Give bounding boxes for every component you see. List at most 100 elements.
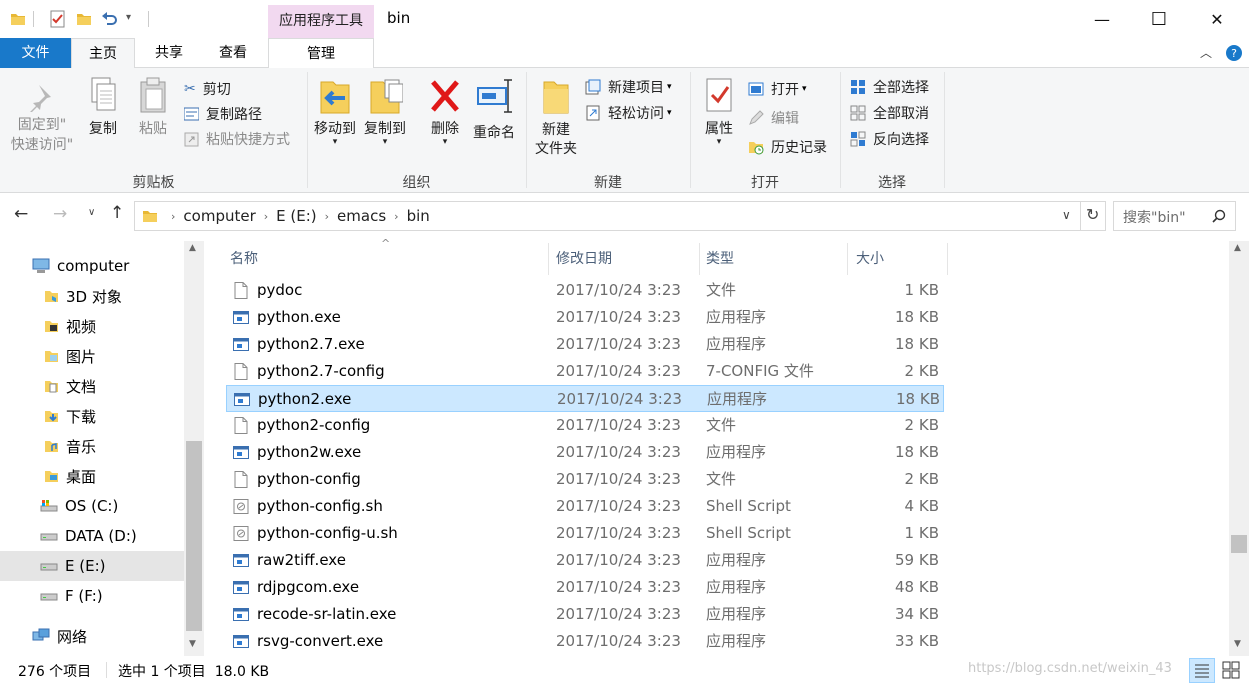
desktop-icon bbox=[45, 471, 58, 482]
scroll-down-icon[interactable]: ▼ bbox=[189, 639, 196, 649]
file-row[interactable]: python2.7-config 2017/10/24 3:23 7-CONFIG … bbox=[226, 358, 944, 385]
copy-path-button[interactable]: 复制路径 bbox=[184, 103, 262, 125]
history-button[interactable]: 历史记录 bbox=[748, 136, 827, 158]
scroll-up-icon[interactable]: ▲ bbox=[189, 243, 196, 253]
breadcrumb-emacs[interactable]: emacs bbox=[337, 207, 386, 225]
collapse-ribbon-icon[interactable]: ︿ bbox=[1200, 44, 1212, 61]
nav-scrollbar[interactable]: ▲ ▼ bbox=[184, 241, 204, 656]
file-row[interactable]: python-config 2017/10/24 3:23 文件 2 KB bbox=[226, 466, 944, 493]
nav-item-music[interactable]: 音乐 bbox=[0, 431, 184, 461]
paste-shortcut-button[interactable]: 粘贴快捷方式 bbox=[184, 128, 290, 150]
file-date: 2017/10/24 3:23 bbox=[556, 308, 681, 326]
rename-button[interactable]: 重命名 bbox=[470, 74, 518, 154]
details-view-icon bbox=[1195, 664, 1209, 678]
breadcrumb-computer[interactable]: computer bbox=[183, 207, 255, 225]
new-folder-icon[interactable] bbox=[76, 11, 92, 27]
nav-item-videos[interactable]: 视频 bbox=[0, 311, 184, 341]
file-row[interactable]: python2-config 2017/10/24 3:23 文件 2 KB bbox=[226, 412, 944, 439]
tab-file[interactable]: 文件 bbox=[0, 38, 71, 68]
cut-button[interactable]: ✂ 剪切 bbox=[184, 78, 231, 100]
address-history-dropdown-icon[interactable]: ∨ bbox=[1062, 208, 1071, 222]
help-icon[interactable]: ? bbox=[1225, 44, 1243, 62]
properties-icon[interactable] bbox=[49, 10, 67, 28]
file-row[interactable]: pydoc 2017/10/24 3:23 文件 1 KB bbox=[226, 277, 944, 304]
forward-arrow-icon[interactable]: → bbox=[53, 204, 67, 224]
open-button[interactable]: 打开 ▾ bbox=[748, 78, 807, 100]
list-scrollbar-thumb[interactable] bbox=[1231, 535, 1247, 553]
copy-to-button[interactable]: 复制到 ▾ bbox=[362, 74, 408, 154]
nav-item-network[interactable]: 网络 bbox=[0, 621, 184, 651]
easy-access-button[interactable]: 轻松访问 ▾ bbox=[585, 102, 672, 124]
tab-view[interactable]: 查看 bbox=[201, 38, 265, 68]
nav-item-os-c[interactable]: OS (C:) bbox=[0, 491, 184, 521]
nav-item-pictures[interactable]: 图片 bbox=[0, 341, 184, 371]
window-title: bin bbox=[387, 9, 411, 27]
new-item-button[interactable]: 新建项目 ▾ bbox=[585, 76, 672, 98]
customize-toolbar-icon[interactable]: ▾ bbox=[126, 12, 131, 23]
nav-item-e-drive[interactable]: E (E:) bbox=[0, 551, 184, 581]
undo-icon[interactable] bbox=[100, 10, 118, 28]
column-header-date[interactable]: 修改日期 bbox=[550, 243, 700, 275]
nav-item-documents[interactable]: 文档 bbox=[0, 371, 184, 401]
file-row[interactable]: rsvg-convert.exe 2017/10/24 3:23 应用程序 33 KB bbox=[226, 628, 944, 655]
details-view-button[interactable] bbox=[1189, 658, 1215, 683]
file-row[interactable]: rdjpgcom.exe 2017/10/24 3:23 应用程序 48 KB bbox=[226, 574, 944, 601]
search-input[interactable]: 搜索"bin" bbox=[1123, 207, 1186, 227]
nav-label: F (F:) bbox=[65, 587, 103, 605]
maximize-button[interactable]: ☐ bbox=[1136, 0, 1182, 38]
pin-to-quick-access-button[interactable]: 固定到" 快速访问" bbox=[4, 74, 80, 164]
file-row[interactable]: python2.exe 2017/10/24 3:23 应用程序 18 KB bbox=[226, 385, 944, 412]
breadcrumb-drive[interactable]: E (E:) bbox=[276, 207, 316, 225]
search-box[interactable]: 搜索"bin" bbox=[1113, 201, 1236, 231]
minimize-button[interactable]: — bbox=[1079, 0, 1125, 38]
edit-button[interactable]: 编辑 bbox=[748, 107, 799, 129]
column-header-name[interactable]: 名称 bbox=[224, 243, 549, 275]
nav-item-data-d[interactable]: DATA (D:) bbox=[0, 521, 184, 551]
large-icons-view-button[interactable] bbox=[1219, 658, 1245, 683]
file-row[interactable]: python2.7.exe 2017/10/24 3:23 应用程序 18 KB bbox=[226, 331, 944, 358]
refresh-icon[interactable]: ↻ bbox=[1086, 205, 1099, 224]
close-button[interactable]: ✕ bbox=[1194, 0, 1240, 38]
invert-selection-button[interactable]: 反向选择 bbox=[850, 128, 929, 150]
file-row[interactable]: raw2tiff.exe 2017/10/24 3:23 应用程序 59 KB bbox=[226, 547, 944, 574]
nav-item-3d-objects[interactable]: 3D 对象 bbox=[0, 281, 184, 311]
select-none-button[interactable]: 全部取消 bbox=[850, 102, 929, 124]
nav-item-downloads[interactable]: 下载 bbox=[0, 401, 184, 431]
list-scrollbar[interactable]: ▲ ▼ bbox=[1229, 241, 1249, 656]
history-icon bbox=[749, 142, 764, 155]
file-row[interactable]: python.exe 2017/10/24 3:23 应用程序 18 KB bbox=[226, 304, 944, 331]
breadcrumb-bin[interactable]: bin bbox=[407, 207, 430, 225]
file-type: 应用程序 bbox=[706, 335, 767, 353]
copy-button[interactable]: 复制 bbox=[84, 74, 122, 154]
column-header-type[interactable]: 类型 bbox=[700, 243, 848, 275]
file-row[interactable]: python-config-u.sh 2017/10/24 3:23 Shell S… bbox=[226, 520, 944, 547]
column-header-size[interactable]: 大小 bbox=[850, 243, 948, 275]
address-bar[interactable]: › computer › E (E:) › emacs › bin ∨ ↻ bbox=[134, 201, 1106, 231]
properties-button[interactable]: 属性 ▾ bbox=[698, 74, 740, 164]
delete-button[interactable]: 删除 ▾ bbox=[422, 74, 468, 154]
scroll-up-icon[interactable]: ▲ bbox=[1234, 243, 1241, 253]
tab-share[interactable]: 共享 bbox=[137, 38, 201, 68]
scroll-down-icon[interactable]: ▼ bbox=[1234, 639, 1241, 649]
nav-item-f-drive[interactable]: F (F:) bbox=[0, 581, 184, 611]
select-all-button[interactable]: 全部选择 bbox=[850, 76, 929, 98]
file-row[interactable]: python-config.sh 2017/10/24 3:23 Shell Scr… bbox=[226, 493, 944, 520]
open-icon bbox=[748, 82, 764, 96]
file-row[interactable]: recode-sr-latin.exe 2017/10/24 3:23 应用程序 34… bbox=[226, 601, 944, 628]
back-arrow-icon[interactable]: ← bbox=[14, 204, 28, 224]
recent-locations-icon[interactable]: ∨ bbox=[88, 207, 95, 218]
tab-manage[interactable]: 管理 bbox=[268, 38, 374, 68]
nav-item-computer[interactable]: computer bbox=[0, 251, 184, 281]
nav-label: 文档 bbox=[66, 377, 97, 396]
paste-button[interactable]: 粘贴 bbox=[134, 74, 172, 154]
drive-icon bbox=[40, 593, 58, 601]
file-name: python2.exe bbox=[258, 390, 352, 408]
new-folder-button[interactable]: 新建 文件夹 bbox=[530, 74, 582, 170]
nav-item-desktop[interactable]: 桌面 bbox=[0, 461, 184, 491]
large-icons-view-icon bbox=[1222, 661, 1240, 679]
file-row[interactable]: python2w.exe 2017/10/24 3:23 应用程序 18 KB bbox=[226, 439, 944, 466]
move-to-button[interactable]: 移动到 ▾ bbox=[312, 74, 358, 154]
tab-home[interactable]: 主页 bbox=[71, 38, 135, 69]
up-arrow-icon[interactable]: ↑ bbox=[110, 203, 124, 223]
nav-scrollbar-thumb[interactable] bbox=[186, 441, 202, 631]
